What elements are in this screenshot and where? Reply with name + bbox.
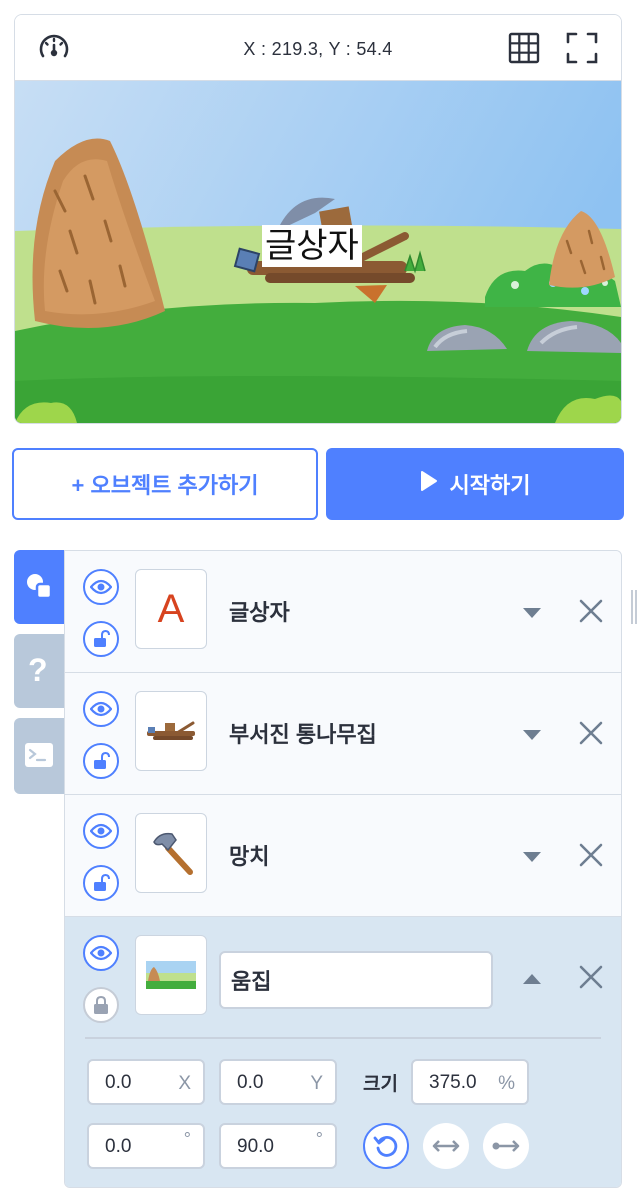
console-icon (24, 742, 54, 773)
stage-panel: X : 219.3, Y : 54.4 글상자 (14, 14, 622, 424)
panel-resize-handle[interactable] (630, 588, 638, 626)
list-item[interactable]: A 글상자 (65, 551, 621, 673)
stage-text-object[interactable]: 글상자 (262, 225, 362, 267)
size-field[interactable]: 375.0 % (411, 1059, 529, 1105)
object-name-input[interactable]: 움집 (219, 951, 493, 1009)
object-thumbnail[interactable] (135, 813, 207, 893)
list-item-selected[interactable]: 움집 0.0 X 0.0 Y 크기 375.0 % 0.0 ° 90.0 ° (65, 917, 621, 1187)
object-name[interactable]: 부서진 통나무집 (229, 717, 377, 749)
object-thumbnail[interactable] (135, 935, 207, 1015)
chevron-down-icon[interactable] (520, 725, 544, 745)
unlock-icon[interactable] (83, 743, 119, 779)
tab-help[interactable]: ? (14, 634, 64, 708)
chevron-up-icon[interactable] (520, 969, 544, 989)
text-object-letter: A (157, 586, 185, 631)
stage-canvas[interactable]: 글상자 (15, 81, 621, 423)
start-label: 시작하기 (449, 473, 531, 498)
eye-icon[interactable] (83, 813, 119, 849)
hut-scene-icon (146, 961, 196, 989)
direction-field[interactable]: 90.0 ° (219, 1123, 337, 1169)
fullscreen-icon[interactable] (565, 31, 599, 65)
rotation-degree: ° (183, 1129, 191, 1149)
broken-cabin-icon (147, 721, 195, 740)
rotate-free-button[interactable] (363, 1123, 409, 1169)
close-icon[interactable] (577, 841, 605, 869)
rotate-icon (373, 1136, 398, 1157)
hammer-icon (153, 832, 193, 875)
object-thumbnail[interactable]: A (135, 569, 207, 649)
question-icon: ? (28, 652, 48, 688)
x-unit: X (178, 1073, 191, 1094)
unlock-icon[interactable] (83, 865, 119, 901)
eye-icon[interactable] (83, 569, 119, 605)
no-rotate-button[interactable] (483, 1123, 529, 1169)
tab-console[interactable] (14, 718, 64, 794)
arrow-right-icon (492, 1140, 520, 1152)
close-icon[interactable] (577, 597, 605, 625)
direction-value: 90.0 (237, 1136, 274, 1157)
lock-icon[interactable] (83, 987, 119, 1023)
rotation-value: 0.0 (105, 1136, 132, 1157)
rotation-field[interactable]: 0.0 ° (87, 1123, 205, 1169)
play-icon (420, 470, 438, 498)
list-item[interactable]: 망치 (65, 795, 621, 917)
shapes-icon (25, 572, 53, 605)
grid-icon[interactable] (507, 31, 541, 65)
divider (85, 1037, 601, 1039)
y-position-field[interactable]: 0.0 Y (219, 1059, 337, 1105)
direction-degree: ° (315, 1129, 323, 1149)
tab-objects[interactable] (14, 550, 64, 624)
object-thumbnail[interactable] (135, 691, 207, 771)
close-icon[interactable] (577, 719, 605, 747)
size-value: 375.0 (429, 1072, 477, 1093)
object-name[interactable]: 글상자 (229, 595, 290, 627)
start-button[interactable]: 시작하기 (326, 448, 624, 520)
y-value: 0.0 (237, 1072, 264, 1093)
list-item[interactable]: 부서진 통나무집 (65, 673, 621, 795)
flip-horizontal-button[interactable] (423, 1123, 469, 1169)
y-unit: Y (310, 1073, 323, 1094)
unlock-icon[interactable] (83, 621, 119, 657)
size-unit: % (498, 1073, 515, 1094)
chevron-down-icon[interactable] (520, 847, 544, 867)
object-list-panel: A 글상자 부서진 통나무집 망치 움집 0.0 X 0.0 Y 크기 375.… (64, 550, 622, 1188)
eye-icon[interactable] (83, 691, 119, 727)
x-position-field[interactable]: 0.0 X (87, 1059, 205, 1105)
chevron-down-icon[interactable] (520, 603, 544, 623)
eye-icon[interactable] (83, 935, 119, 971)
object-name[interactable]: 망치 (229, 839, 269, 871)
size-label: 크기 (363, 1074, 398, 1095)
double-arrow-icon (432, 1140, 460, 1152)
close-icon[interactable] (577, 963, 605, 991)
add-object-label: + 오브젝트 추가하기 (71, 473, 259, 498)
x-value: 0.0 (105, 1072, 132, 1093)
stage-toolbar: X : 219.3, Y : 54.4 (15, 15, 621, 81)
add-object-button[interactable]: + 오브젝트 추가하기 (12, 448, 318, 520)
